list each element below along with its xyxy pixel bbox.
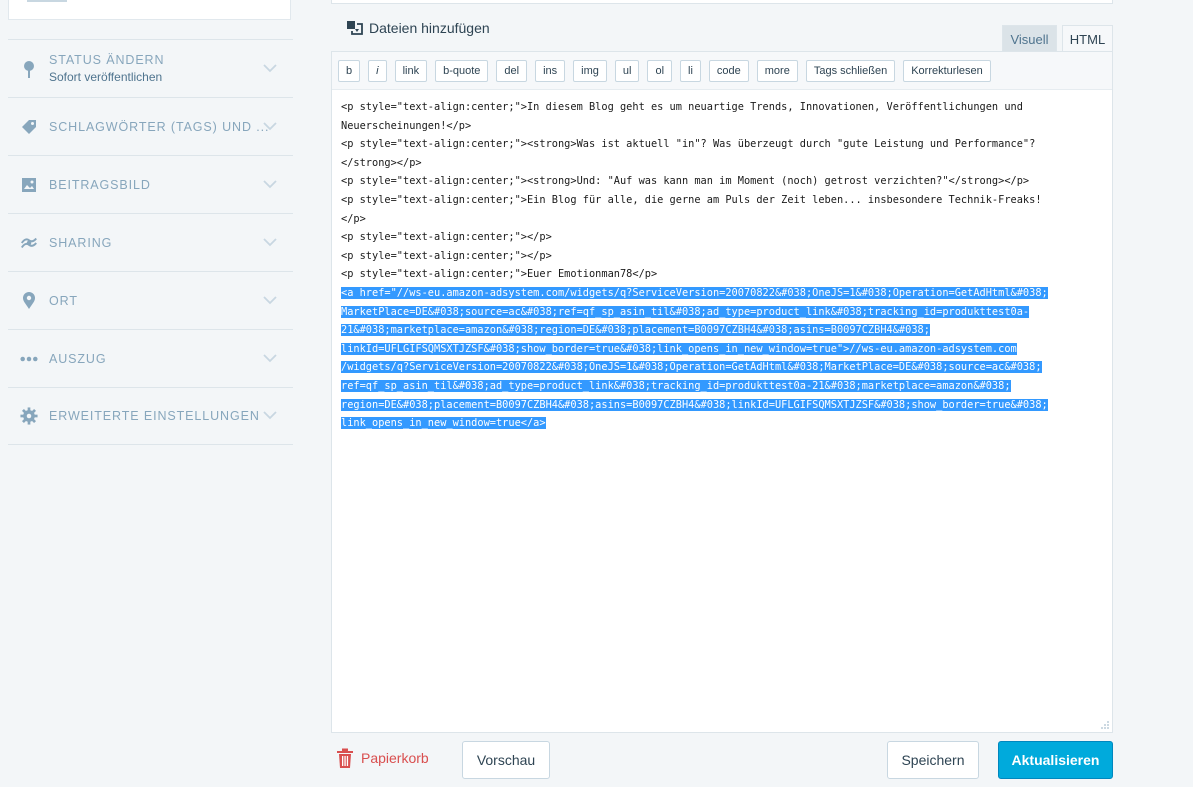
selected-code-line: <a href="//ws-eu.amazon-adsystem.com/wid…	[341, 286, 1048, 299]
sidebar-item-status[interactable]: Status ändern Sofort veröffentlichen	[8, 39, 293, 97]
tab-html[interactable]: HTML	[1062, 25, 1113, 52]
toolbar-button-ul[interactable]: ul	[614, 59, 640, 82]
location-icon	[20, 291, 38, 310]
toolbar-button-code[interactable]: code	[708, 59, 749, 82]
sidebar-item-location[interactable]: Ort	[8, 271, 293, 329]
sidebar-item-label: Erweiterte Einstellungen	[49, 409, 260, 423]
code-line: <p style="text-align:center;"><strong>Un…	[341, 175, 1030, 188]
sidebar-top-card	[8, 0, 291, 20]
resize-handle-icon[interactable]	[1100, 720, 1110, 730]
quicktags-toolbar: b i link b-quote del ins img ul ol li code more Tags…	[332, 52, 1112, 90]
trash-icon	[337, 748, 353, 768]
toolbar-button-del[interactable]: del	[496, 59, 528, 82]
chevron-down-icon	[263, 179, 277, 188]
code-line: <p style="text-align:center;"></p>	[341, 231, 552, 244]
chevron-down-icon	[263, 295, 277, 304]
toolbar-button-link[interactable]: link	[394, 59, 428, 82]
selected-code-line: link_opens_in_new_window=true</a>	[341, 417, 546, 430]
toolbar-button-i[interactable]: i	[368, 59, 387, 82]
sidebar-item-label: Schlagwörter (Tags) und ...	[49, 119, 270, 134]
html-textarea[interactable]: <p style="text-align:center;">In diesem …	[341, 98, 1106, 433]
share-icon	[20, 234, 38, 252]
add-media-label: Dateien hinzufügen	[369, 20, 490, 36]
chevron-down-icon	[263, 237, 277, 246]
selected-code-line: ref=qf_sp_asin_til&#038;ad_type=product_…	[341, 379, 1011, 392]
selected-code-line: 21&#038;marketplace=amazon&#038;region=D…	[341, 324, 930, 337]
sidebar-list: Status ändern Sofort veröffentlichen Sch…	[8, 39, 293, 445]
selected-code-line: MarketPlace=DE&#038;source=ac&#038;ref=q…	[341, 305, 1030, 318]
chevron-down-icon	[263, 121, 277, 130]
toolbar-button-ins[interactable]: ins	[535, 59, 566, 82]
code-line: <p style="text-align:center;"><strong>Wa…	[341, 138, 1036, 151]
toolbar-button-ol[interactable]: ol	[647, 59, 673, 82]
sidebar-item-tags[interactable]: Schlagwörter (Tags) und ...	[8, 97, 293, 155]
selected-code-line: /widgets/q?ServiceVersion=20070822&#038;…	[341, 361, 1042, 374]
code-line: </p>	[341, 212, 366, 225]
add-media-button[interactable]: Dateien hinzufügen	[346, 20, 490, 36]
gear-icon	[20, 407, 38, 425]
chevron-down-icon	[263, 411, 277, 420]
trash-label: Papierkorb	[361, 750, 429, 766]
sidebar-item-label: Beitragsbild	[49, 177, 151, 192]
toolbar-button-li[interactable]: li	[680, 59, 701, 82]
toolbar-button-b-quote[interactable]: b-quote	[435, 59, 489, 82]
update-button[interactable]: Aktualisieren	[998, 741, 1113, 779]
title-field-edge	[331, 0, 1113, 4]
ellipsis-icon	[20, 350, 38, 368]
selected-code-line: linkId=UFLGIFSQMSXTJZSF&#038;show_border…	[341, 342, 1017, 355]
toolbar-button-more[interactable]: more	[756, 59, 798, 82]
toolbar-button-img[interactable]: img	[573, 59, 607, 82]
chevron-down-icon	[263, 63, 277, 72]
sidebar-item-sharing[interactable]: Sharing	[8, 213, 293, 271]
toolbar-button-tags-schlie-en[interactable]: Tags schließen	[805, 59, 896, 82]
top-card-stub	[27, 0, 67, 2]
sidebar-item-excerpt[interactable]: Auszug	[8, 329, 293, 387]
code-line: <p style="text-align:center;">Ein Blog f…	[341, 193, 1042, 206]
add-media-icon	[347, 21, 363, 35]
code-line: <p style="text-align:center;">Euer Emoti…	[341, 268, 658, 281]
html-editor: b i link b-quote del ins img ul ol li code more Tags…	[331, 51, 1113, 733]
sidebar-item-label: Auszug	[49, 351, 107, 366]
tab-visual[interactable]: Visuell	[1002, 25, 1057, 52]
save-button[interactable]: Speichern	[887, 741, 979, 779]
toolbar-button-korrekturlesen[interactable]: Korrekturlesen	[903, 59, 991, 82]
preview-button[interactable]: Vorschau	[462, 741, 550, 779]
pin-icon	[20, 60, 38, 78]
code-line: Neuerscheinungen!</p>	[341, 119, 472, 132]
sidebar: Status ändern Sofort veröffentlichen Sch…	[0, 0, 300, 787]
sidebar-item-label: Sharing	[49, 235, 113, 250]
code-line: <p style="text-align:center;"></p>	[341, 249, 552, 262]
code-line: <p style="text-align:center;">In diesem …	[341, 101, 1023, 113]
code-line: </strong></p>	[341, 156, 422, 169]
tag-icon	[20, 118, 38, 136]
selected-code-line: region=DE&#038;placement=B0097CZBH4&#038…	[341, 398, 1048, 411]
sidebar-item-advanced[interactable]: Erweiterte Einstellungen	[8, 387, 293, 445]
toolbar-button-b[interactable]: b	[338, 59, 361, 82]
status-value: Sofort veröffentlichen	[49, 70, 163, 84]
sidebar-item-featured-image[interactable]: Beitragsbild	[8, 155, 293, 213]
sidebar-item-label: Ort	[49, 293, 78, 308]
image-icon	[20, 176, 38, 194]
trash-button[interactable]: Papierkorb	[336, 748, 429, 768]
sidebar-item-label: Status ändern	[49, 53, 165, 67]
chevron-down-icon	[263, 353, 277, 362]
